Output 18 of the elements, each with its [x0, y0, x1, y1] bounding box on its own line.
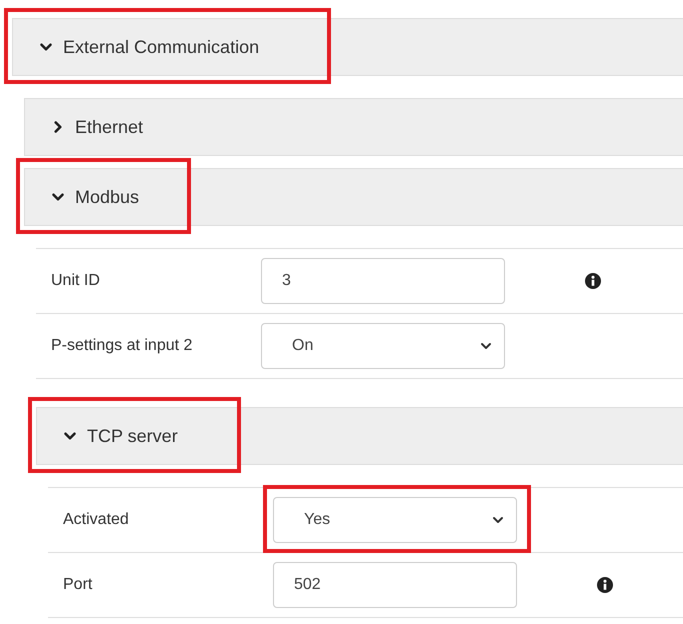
section-header[interactable]: External Communication [12, 18, 683, 76]
section-title: Ethernet [75, 116, 144, 138]
dropdown[interactable]: On [261, 323, 505, 369]
info-icon[interactable] [597, 577, 613, 593]
field-label: P-settings at input 2 [50, 337, 194, 355]
section-title: Modbus [75, 186, 140, 208]
dropdown[interactable]: Yes [273, 497, 517, 543]
info-icon[interactable] [585, 273, 601, 289]
section-title: TCP server [87, 426, 178, 446]
field-label: Activated [62, 511, 130, 529]
section-header[interactable]: Ethernet [24, 98, 683, 156]
input-field[interactable]: 502 [273, 562, 517, 608]
section-header[interactable]: Modbus [24, 168, 683, 226]
field-label: Unit ID [50, 272, 101, 290]
section-title: External Communication [63, 36, 260, 58]
input-field[interactable]: 3 [261, 258, 505, 304]
section-header[interactable]: TCP server [36, 407, 683, 465]
field-label: Port [62, 576, 94, 594]
